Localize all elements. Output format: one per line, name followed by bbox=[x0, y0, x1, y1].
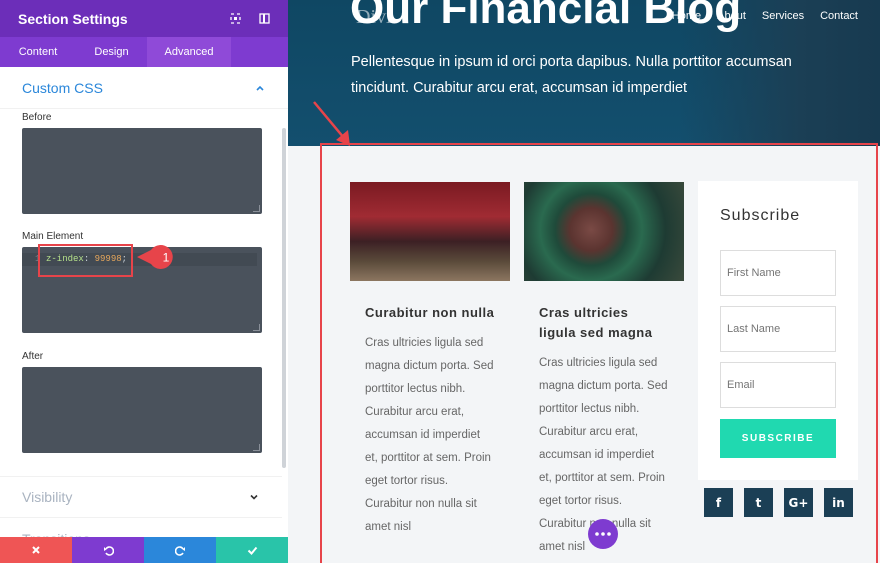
fullscreen-icon[interactable] bbox=[229, 13, 241, 25]
panel-tabs: Content Design Advanced bbox=[0, 37, 288, 67]
cancel-button[interactable] bbox=[0, 537, 72, 563]
after-label: After bbox=[22, 351, 44, 362]
google-plus-icon[interactable]: G+ bbox=[784, 488, 813, 517]
main-nav: Home About Services Contact bbox=[672, 10, 858, 22]
subscribe-button[interactable]: SUBSCRIBE bbox=[720, 419, 836, 458]
more-dots-icon bbox=[595, 532, 611, 536]
first-name-field[interactable] bbox=[720, 250, 836, 296]
panel-scrollbar[interactable] bbox=[282, 128, 286, 468]
last-name-field[interactable] bbox=[720, 306, 836, 352]
before-css-input[interactable] bbox=[22, 128, 262, 214]
callout-number: 1 bbox=[163, 251, 170, 265]
nav-item-home[interactable]: Home bbox=[672, 10, 701, 22]
hero-subtitle: Pellentesque in ipsum id orci porta dapi… bbox=[351, 54, 792, 96]
hero-section: Divi Our Financial Blog Home About Servi… bbox=[288, 0, 880, 146]
dock-panel-icon[interactable] bbox=[258, 13, 270, 25]
nav-item-about[interactable]: About bbox=[717, 10, 746, 22]
undo-icon bbox=[103, 545, 114, 556]
callout-badge: 1 bbox=[137, 245, 173, 269]
more-options-button[interactable] bbox=[588, 519, 618, 549]
nav-item-services[interactable]: Services bbox=[762, 10, 804, 22]
undo-button[interactable] bbox=[72, 537, 144, 563]
tab-design[interactable]: Design bbox=[76, 37, 147, 67]
subscribe-title: Subscribe bbox=[720, 207, 801, 224]
chevron-up-icon bbox=[254, 82, 266, 94]
visibility-title: Visibility bbox=[22, 489, 73, 505]
subscribe-card: Subscribe SUBSCRIBE bbox=[698, 181, 858, 480]
main-element-label: Main Element bbox=[22, 231, 84, 242]
settings-panel: Section Settings Content Design Advanced… bbox=[0, 0, 288, 563]
before-label: Before bbox=[22, 112, 52, 123]
post-image[interactable] bbox=[524, 182, 684, 281]
page-preview: Divi Our Financial Blog Home About Servi… bbox=[288, 0, 880, 563]
checkmark-icon bbox=[247, 546, 257, 555]
blog-post-card[interactable]: Curabitur non nulla Cras ultricies ligul… bbox=[350, 182, 510, 539]
post-excerpt: Cras ultricies ligula sed magna dictum p… bbox=[365, 337, 494, 533]
custom-css-title: Custom CSS bbox=[22, 79, 103, 96]
close-icon bbox=[32, 546, 40, 554]
panel-title: Section Settings bbox=[18, 10, 128, 27]
twitter-icon[interactable]: t bbox=[744, 488, 773, 517]
post-image[interactable] bbox=[350, 182, 510, 281]
highlight-box bbox=[38, 244, 133, 277]
panel-header: Section Settings bbox=[0, 0, 288, 37]
tab-advanced[interactable]: Advanced bbox=[147, 37, 231, 67]
panel-action-bar bbox=[0, 537, 288, 563]
visibility-toggle[interactable]: Visibility bbox=[0, 476, 282, 518]
chevron-down-icon bbox=[248, 491, 260, 503]
linkedin-icon[interactable]: in bbox=[824, 488, 853, 517]
email-field[interactable] bbox=[720, 362, 836, 408]
tab-content[interactable]: Content bbox=[0, 37, 76, 67]
redo-icon bbox=[174, 545, 185, 556]
facebook-icon[interactable]: f bbox=[704, 488, 733, 517]
save-button[interactable] bbox=[216, 537, 288, 563]
blog-post-card[interactable]: Cras ultricies ligula sed magna Cras ult… bbox=[524, 182, 684, 559]
post-title[interactable]: Curabitur non nulla bbox=[365, 303, 495, 323]
post-title[interactable]: Cras ultricies ligula sed magna bbox=[539, 303, 669, 343]
custom-css-toggle[interactable]: Custom CSS bbox=[0, 67, 288, 109]
redo-button[interactable] bbox=[144, 537, 216, 563]
nav-item-contact[interactable]: Contact bbox=[820, 10, 858, 22]
after-css-input[interactable] bbox=[22, 367, 262, 453]
